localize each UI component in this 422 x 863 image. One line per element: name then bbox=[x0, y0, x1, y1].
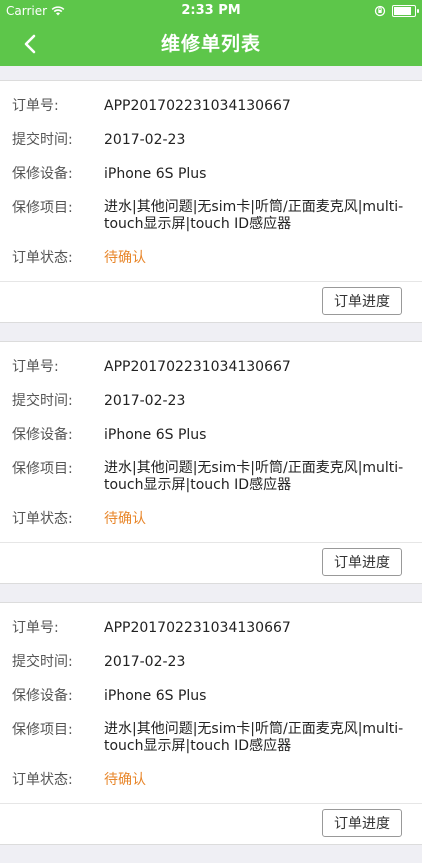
order-number-value: APP201702231034130667 bbox=[104, 359, 291, 375]
order-number-row: 订单号: APP201702231034130667 bbox=[0, 350, 422, 384]
card-footer: 订单进度 bbox=[0, 542, 422, 583]
order-number-row: 订单号: APP201702231034130667 bbox=[0, 611, 422, 645]
device-row: 保修设备: iPhone 6S Plus bbox=[0, 418, 422, 452]
card-footer: 订单进度 bbox=[0, 281, 422, 322]
device-row: 保修设备: iPhone 6S Plus bbox=[0, 679, 422, 713]
clock: 2:33 PM bbox=[181, 3, 241, 18]
device-value: iPhone 6S Plus bbox=[104, 688, 207, 704]
items-value: 进水|其他问题|无sim卡|听筒/正面麦克风|multi-touch显示屏|to… bbox=[104, 721, 404, 754]
submit-time-value: 2017-02-23 bbox=[104, 654, 186, 670]
submit-time-label: 提交时间: bbox=[12, 654, 73, 670]
status-value: 待确认 bbox=[104, 772, 146, 788]
order-number-label: 订单号: bbox=[12, 620, 59, 636]
nav-bar: 维修单列表 bbox=[0, 22, 422, 66]
order-card: 订单号: APP201702231034130667 提交时间: 2017-02… bbox=[0, 341, 422, 584]
submit-time-value: 2017-02-23 bbox=[104, 132, 186, 148]
card-footer: 订单进度 bbox=[0, 803, 422, 844]
items-row: 保修项目: 进水|其他问题|无sim卡|听筒/正面麦克风|multi-touch… bbox=[0, 452, 422, 502]
app-header: Carrier 2:33 PM 维修单列表 bbox=[0, 0, 422, 66]
order-number-label: 订单号: bbox=[12, 98, 59, 114]
order-number-label: 订单号: bbox=[12, 359, 59, 375]
order-number-row: 订单号: APP201702231034130667 bbox=[0, 89, 422, 123]
order-progress-button[interactable]: 订单进度 bbox=[322, 287, 402, 315]
order-card: 订单号: APP201702231034130667 提交时间: 2017-02… bbox=[0, 80, 422, 323]
status-right bbox=[374, 0, 419, 22]
status-label: 订单状态: bbox=[12, 772, 73, 788]
status-value: 待确认 bbox=[104, 511, 146, 527]
orientation-lock-icon bbox=[374, 5, 386, 17]
order-list: 订单号: APP201702231034130667 提交时间: 2017-02… bbox=[0, 66, 422, 863]
order-number-value: APP201702231034130667 bbox=[104, 620, 291, 636]
submit-time-label: 提交时间: bbox=[12, 393, 73, 409]
submit-time-row: 提交时间: 2017-02-23 bbox=[0, 123, 422, 157]
order-progress-button[interactable]: 订单进度 bbox=[322, 809, 402, 837]
battery-icon bbox=[392, 5, 419, 17]
device-row: 保修设备: iPhone 6S Plus bbox=[0, 157, 422, 191]
submit-time-row: 提交时间: 2017-02-23 bbox=[0, 645, 422, 679]
status-bar: Carrier 2:33 PM bbox=[0, 0, 422, 22]
status-label: 订单状态: bbox=[12, 511, 73, 527]
items-label: 保修项目: bbox=[12, 722, 73, 738]
items-row: 保修项目: 进水|其他问题|无sim卡|听筒/正面麦克风|multi-touch… bbox=[0, 713, 422, 763]
items-value: 进水|其他问题|无sim卡|听筒/正面麦克风|multi-touch显示屏|to… bbox=[104, 460, 404, 493]
items-value: 进水|其他问题|无sim卡|听筒/正面麦克风|multi-touch显示屏|to… bbox=[104, 199, 404, 232]
submit-time-value: 2017-02-23 bbox=[104, 393, 186, 409]
device-value: iPhone 6S Plus bbox=[104, 166, 207, 182]
items-label: 保修项目: bbox=[12, 461, 73, 477]
status-value: 待确认 bbox=[104, 250, 146, 266]
status-label: 订单状态: bbox=[12, 250, 73, 266]
device-label: 保修设备: bbox=[12, 427, 73, 443]
order-card: 订单号: APP201702231034130667 提交时间: 2017-02… bbox=[0, 602, 422, 845]
items-row: 保修项目: 进水|其他问题|无sim卡|听筒/正面麦克风|multi-touch… bbox=[0, 191, 422, 241]
order-number-value: APP201702231034130667 bbox=[104, 98, 291, 114]
status-row: 订单状态: 待确认 bbox=[0, 763, 422, 797]
submit-time-row: 提交时间: 2017-02-23 bbox=[0, 384, 422, 418]
device-label: 保修设备: bbox=[12, 688, 73, 704]
status-row: 订单状态: 待确认 bbox=[0, 241, 422, 275]
status-row: 订单状态: 待确认 bbox=[0, 502, 422, 536]
submit-time-label: 提交时间: bbox=[12, 132, 73, 148]
page-title: 维修单列表 bbox=[160, 33, 261, 55]
device-value: iPhone 6S Plus bbox=[104, 427, 207, 443]
device-label: 保修设备: bbox=[12, 166, 73, 182]
items-label: 保修项目: bbox=[12, 200, 73, 216]
order-progress-button[interactable]: 订单进度 bbox=[322, 548, 402, 576]
